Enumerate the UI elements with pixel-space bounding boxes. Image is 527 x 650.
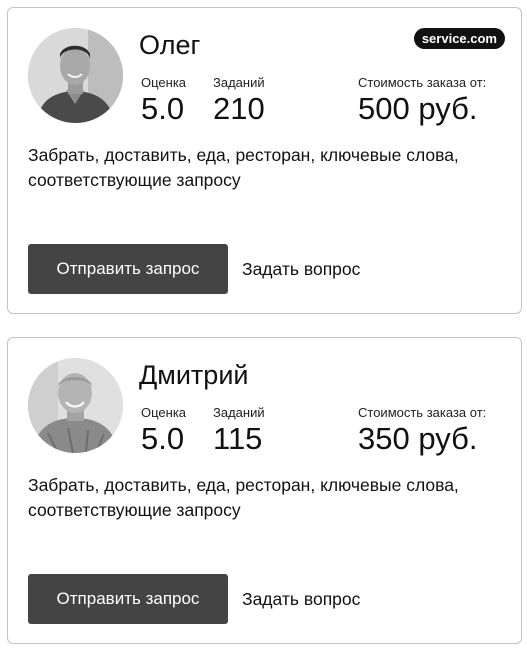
rating-label: Оценка — [141, 75, 187, 90]
rating-label: Оценка — [141, 405, 187, 420]
tasks-label: Заданий — [213, 75, 265, 90]
rating-stat: Оценка 5.0 — [141, 75, 186, 126]
performer-card: Дмитрий Оценка 5.0 Заданий 115 Стоимость… — [7, 337, 522, 644]
rating-value: 5.0 — [141, 421, 185, 456]
price-label: Стоимость заказа от: — [358, 75, 487, 90]
price-stat: Стоимость заказа от: 500 руб. — [358, 75, 486, 126]
price-stat: Стоимость заказа от: 350 руб. — [358, 405, 486, 456]
tasks-stat: Заданий 115 — [213, 405, 265, 456]
rating-value: 5.0 — [141, 91, 185, 126]
price-value: 500 руб. — [358, 91, 478, 126]
send-request-button[interactable]: Отправить запрос — [28, 574, 228, 624]
avatar — [28, 358, 123, 453]
tasks-label: Заданий — [213, 405, 265, 420]
service-badge: service.com — [413, 28, 505, 49]
tasks-value: 115 — [213, 421, 263, 456]
send-request-button[interactable]: Отправить запрос — [28, 244, 228, 294]
tags-text: Забрать, доставить, еда, ресторан, ключе… — [28, 145, 459, 190]
performer-name: Дмитрий — [139, 360, 249, 390]
ask-question-link[interactable]: Задать вопрос — [242, 574, 360, 624]
performer-card: Олег service.com Оценка 5.0 Заданий 210 … — [7, 7, 522, 314]
avatar-photo-dmitriy — [28, 358, 123, 453]
tags-text: Забрать, доставить, еда, ресторан, ключе… — [28, 475, 459, 520]
tasks-value: 210 — [213, 91, 265, 126]
rating-stat: Оценка 5.0 — [141, 405, 186, 456]
price-label: Стоимость заказа от: — [358, 405, 487, 420]
avatar-photo-oleg — [28, 28, 123, 123]
ask-question-link[interactable]: Задать вопрос — [242, 244, 360, 294]
price-value: 350 руб. — [358, 421, 478, 456]
avatar — [28, 28, 123, 123]
tasks-stat: Заданий 210 — [213, 75, 265, 126]
performer-name: Олег — [139, 30, 201, 60]
